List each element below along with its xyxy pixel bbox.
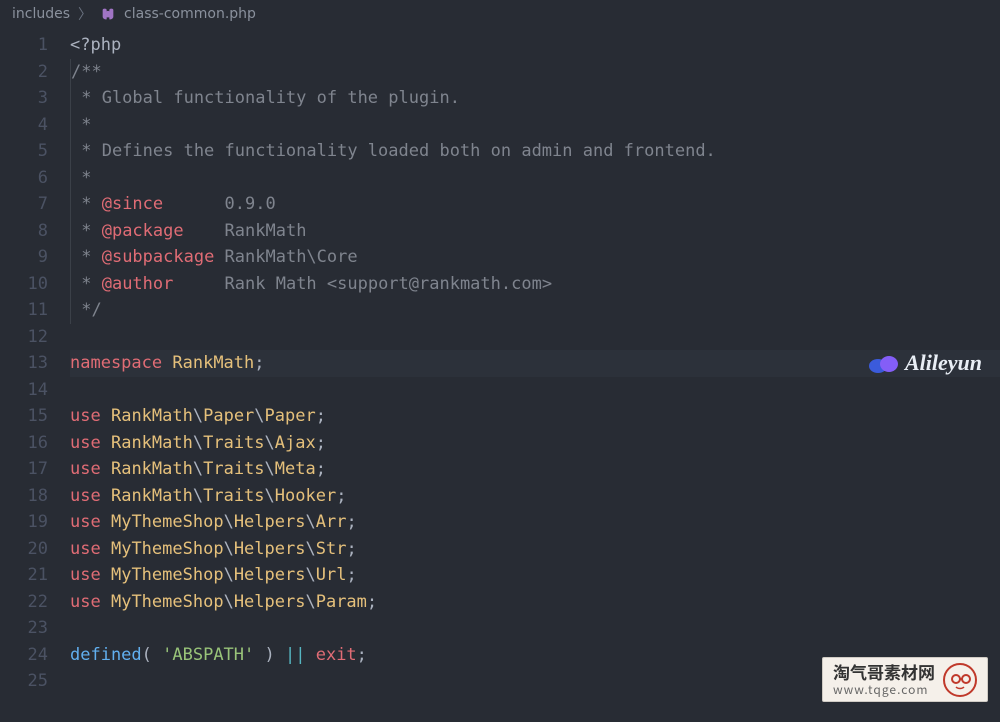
code-line[interactable]: use RankMath\Traits\Meta; xyxy=(70,456,1000,483)
code-line[interactable]: use MyThemeShop\Helpers\Url; xyxy=(70,562,1000,589)
code-line[interactable]: defined( 'ABSPATH' ) || exit; xyxy=(70,642,1000,669)
code-line[interactable]: * @package RankMath xyxy=(70,218,1000,245)
line-number: 16 xyxy=(0,430,70,457)
code-line[interactable]: /** xyxy=(70,59,1000,86)
line-number: 24 xyxy=(0,642,70,669)
code-line[interactable] xyxy=(70,324,1000,351)
line-number: 2 xyxy=(0,59,70,86)
line-number: 21 xyxy=(0,562,70,589)
code-line[interactable]: */ xyxy=(70,297,1000,324)
code-line[interactable]: use MyThemeShop\Helpers\Arr; xyxy=(70,509,1000,536)
code-line[interactable]: * Defines the functionality loaded both … xyxy=(70,138,1000,165)
code-line[interactable]: use RankMath\Traits\Ajax; xyxy=(70,430,1000,457)
code-line[interactable]: namespace RankMath; xyxy=(70,350,1000,377)
line-number: 25 xyxy=(0,668,70,695)
code-line[interactable]: * Global functionality of the plugin. xyxy=(70,85,1000,112)
line-number: 14 xyxy=(0,377,70,404)
line-number: 4 xyxy=(0,112,70,139)
code-line[interactable]: use MyThemeShop\Helpers\Str; xyxy=(70,536,1000,563)
breadcrumb-folder[interactable]: includes xyxy=(12,6,70,22)
line-number: 17 xyxy=(0,456,70,483)
line-number: 6 xyxy=(0,165,70,192)
line-number: 20 xyxy=(0,536,70,563)
code-line[interactable]: <?php xyxy=(70,32,1000,59)
line-number: 15 xyxy=(0,403,70,430)
code-line[interactable] xyxy=(70,668,1000,695)
line-number: 22 xyxy=(0,589,70,616)
line-number: 10 xyxy=(0,271,70,298)
code-line[interactable]: * @author Rank Math <support@rankmath.co… xyxy=(70,271,1000,298)
code-line[interactable]: use MyThemeShop\Helpers\Param; xyxy=(70,589,1000,616)
line-number: 19 xyxy=(0,509,70,536)
code-line[interactable]: * @subpackage RankMath\Core xyxy=(70,244,1000,271)
line-number: 5 xyxy=(0,138,70,165)
line-number: 8 xyxy=(0,218,70,245)
line-number: 18 xyxy=(0,483,70,510)
line-number: 13 xyxy=(0,350,70,377)
code-line[interactable] xyxy=(70,615,1000,642)
line-number: 3 xyxy=(0,85,70,112)
line-number: 23 xyxy=(0,615,70,642)
code-line[interactable]: use RankMath\Traits\Hooker; xyxy=(70,483,1000,510)
code-line[interactable]: * xyxy=(70,112,1000,139)
breadcrumb: includes 〉 class-common.php xyxy=(0,0,1000,28)
chevron-right-icon: 〉 xyxy=(78,4,92,24)
code-line[interactable]: * xyxy=(70,165,1000,192)
code-line[interactable] xyxy=(70,377,1000,404)
php-elephant-icon xyxy=(100,6,116,22)
code-line[interactable]: * @since 0.9.0 xyxy=(70,191,1000,218)
line-number: 9 xyxy=(0,244,70,271)
code-editor[interactable]: 1234567891011121314151617181920212223242… xyxy=(0,28,1000,722)
code-area[interactable]: <?php/** * Global functionality of the p… xyxy=(70,28,1000,722)
code-line[interactable]: use RankMath\Paper\Paper; xyxy=(70,403,1000,430)
line-number-gutter: 1234567891011121314151617181920212223242… xyxy=(0,28,70,722)
line-number: 1 xyxy=(0,32,70,59)
breadcrumb-file[interactable]: class-common.php xyxy=(124,6,256,22)
line-number: 12 xyxy=(0,324,70,351)
line-number: 11 xyxy=(0,297,70,324)
line-number: 7 xyxy=(0,191,70,218)
